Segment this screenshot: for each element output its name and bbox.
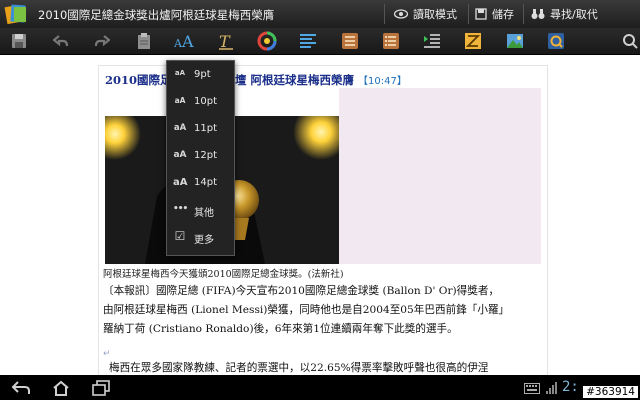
paste-icon[interactable] bbox=[133, 31, 155, 51]
save-icon[interactable] bbox=[8, 31, 30, 51]
save-button[interactable]: 儲存 bbox=[475, 5, 514, 23]
option-label: 14pt bbox=[194, 177, 217, 188]
back-icon[interactable] bbox=[8, 378, 34, 398]
eye-icon bbox=[394, 9, 408, 19]
font-size-9pt-option[interactable]: aA 9pt bbox=[167, 62, 234, 89]
paragraph-mark: ↵ bbox=[103, 349, 111, 359]
save-label: 儲存 bbox=[492, 8, 514, 21]
indent-icon[interactable] bbox=[421, 31, 443, 51]
align-icon[interactable] bbox=[297, 31, 319, 51]
font-size-11pt-option[interactable]: aA 11pt bbox=[167, 116, 234, 143]
option-label: 11pt bbox=[194, 123, 217, 134]
reading-mode-label: 讀取模式 bbox=[413, 8, 457, 21]
recent-apps-icon[interactable] bbox=[88, 378, 114, 398]
title-divider bbox=[468, 4, 469, 24]
reading-mode-button[interactable]: 讀取模式 bbox=[394, 5, 457, 23]
more-options-option[interactable]: ☑ 更多 bbox=[167, 224, 234, 251]
system-bar: 2: #363914 bbox=[0, 375, 640, 400]
title-bar: 2010國際足總金球獎出爐阿根廷球星梅西榮膺 讀取模式 儲存 尋找/取代 bbox=[0, 0, 640, 29]
title-divider bbox=[523, 4, 524, 24]
text-size-icon: aA bbox=[173, 177, 188, 188]
svg-text:T: T bbox=[219, 32, 231, 50]
save-icon bbox=[475, 8, 487, 20]
option-label: 其他 bbox=[194, 208, 214, 219]
font-style-icon[interactable]: T bbox=[215, 31, 237, 51]
text-size-icon: aA bbox=[173, 123, 187, 133]
undo-icon[interactable] bbox=[50, 31, 72, 51]
font-size-10pt-option[interactable]: aA 10pt bbox=[167, 89, 234, 116]
binoculars-icon bbox=[531, 9, 545, 19]
svg-text:A: A bbox=[181, 32, 194, 50]
text-size-icon: aA bbox=[174, 96, 186, 105]
highlight-block bbox=[339, 88, 541, 264]
find-replace-label: 尋找/取代 bbox=[550, 8, 598, 21]
option-label: 更多 bbox=[194, 235, 214, 246]
document-title: 2010國際足總金球獎出爐阿根廷球星梅西榮膺 bbox=[38, 8, 275, 22]
font-size-icon[interactable]: AA bbox=[174, 31, 196, 51]
font-color-icon[interactable] bbox=[256, 31, 278, 51]
insert-image-icon[interactable] bbox=[504, 31, 526, 51]
text-size-icon: aA bbox=[173, 150, 187, 160]
option-label: 10pt bbox=[194, 96, 217, 107]
title-divider bbox=[384, 4, 385, 24]
insert-link-icon[interactable] bbox=[545, 31, 567, 51]
font-size-menu: aA 9pt aA 10pt aA 11pt aA 12pt aA 14pt •… bbox=[166, 60, 235, 256]
list-icon[interactable] bbox=[339, 31, 361, 51]
paragraph-line: 羅納丁荷 (Cristiano Ronaldo)後，6年來第1位連續兩年奪下此獎… bbox=[103, 323, 458, 335]
article-headline: 2010國際足球壇 阿根廷球星梅西榮膺 【10:47】 bbox=[105, 72, 407, 88]
paragraph-line: 由阿根廷球星梅西 (Lionel Messi)榮獲，同時他也是自2004至05年… bbox=[103, 304, 510, 316]
signal-icon bbox=[542, 378, 562, 398]
checkbox-icon: ☑ bbox=[174, 229, 186, 243]
format-toolbar: AA T bbox=[0, 28, 640, 55]
home-icon[interactable] bbox=[48, 378, 74, 398]
headline-time: 【10:47】 bbox=[358, 76, 407, 87]
photo-caption: 阿根廷球星梅西今天獲頒2010國際足總金球獎。(法新社) bbox=[103, 269, 344, 280]
app-logo-icon bbox=[4, 4, 26, 25]
other-size-option[interactable]: ••• 其他 bbox=[167, 197, 234, 224]
watermark-label: #363914 bbox=[583, 386, 638, 398]
option-label: 12pt bbox=[194, 150, 217, 161]
numbered-list-icon[interactable] bbox=[380, 31, 402, 51]
text-size-icon: aA bbox=[174, 69, 186, 77]
redo-icon[interactable] bbox=[91, 31, 113, 51]
headline-end: 壇 阿根廷球星梅西榮膺 bbox=[235, 73, 355, 87]
find-replace-button[interactable]: 尋找/取代 bbox=[531, 5, 598, 23]
option-label: 9pt bbox=[194, 69, 211, 80]
search-icon[interactable] bbox=[620, 31, 640, 51]
font-size-14pt-option[interactable]: aA 14pt bbox=[167, 170, 234, 197]
status-clock: 2: bbox=[562, 379, 579, 395]
columns-icon[interactable] bbox=[462, 31, 484, 51]
paragraph-line: 〔本報訊〕國際足總 (FIFA)今天宣布2010國際足總金球獎 (Ballon … bbox=[103, 285, 500, 297]
keyboard-icon[interactable] bbox=[522, 378, 542, 398]
paragraph-line: 梅西在眾多國家隊教練、記者的票選中，以22.65%得票率擊敗呼聲也很高的伊涅 bbox=[109, 362, 489, 374]
font-size-12pt-option[interactable]: aA 12pt bbox=[167, 143, 234, 170]
document-area[interactable]: 2010國際足球壇 阿根廷球星梅西榮膺 【10:47】 阿根廷球星梅西今天獲頒2… bbox=[0, 55, 640, 375]
more-dots-icon: ••• bbox=[173, 204, 188, 214]
